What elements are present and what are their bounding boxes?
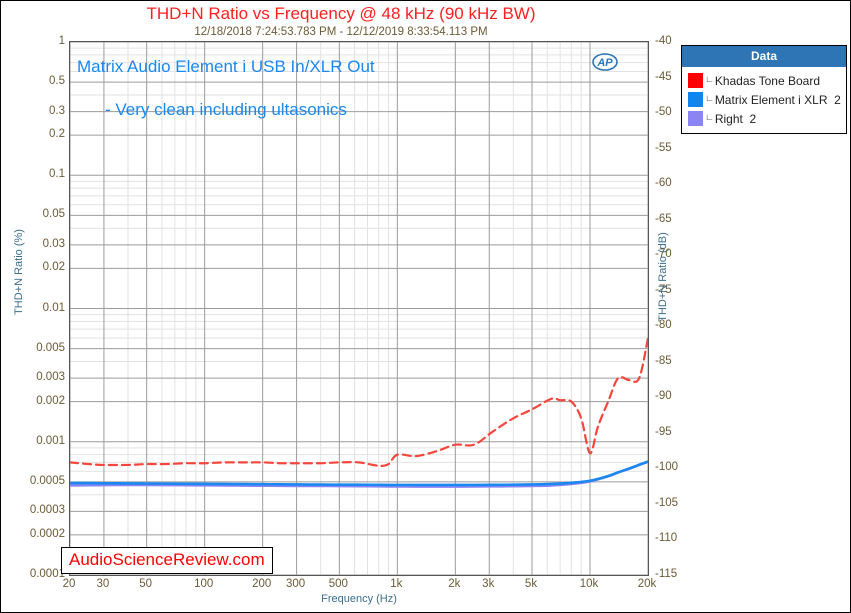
y-tick-label-db: -80 <box>655 319 672 332</box>
y-tick-label: 0.002 <box>36 394 65 407</box>
x-tick-label: 200 <box>252 578 272 590</box>
y-tick-label-db: -70 <box>655 248 672 261</box>
y-tick-label: 0.0002 <box>29 527 65 540</box>
svg-text:AP: AP <box>596 57 613 69</box>
legend-color-swatch <box>688 92 703 107</box>
x-tick-label: 50 <box>139 578 153 590</box>
y-tick-label: 0.05 <box>42 208 65 221</box>
legend-color-swatch <box>688 111 703 126</box>
legend-item-label: Right 2 <box>714 111 757 126</box>
legend-corner-icon: ∟ <box>705 112 714 122</box>
legend-item[interactable]: ∟ Matrix Element i XLR 2 <box>682 90 846 109</box>
y-tick-label-db: -115 <box>655 568 678 580</box>
y-tick-label: 0.03 <box>42 237 65 250</box>
y-tick-label-db: -110 <box>655 532 678 545</box>
y-tick-label: 0.0001 <box>29 568 65 580</box>
y-tick-label: 0.001 <box>36 434 65 447</box>
y-tick-label: 0.0003 <box>29 504 65 517</box>
x-tick-label: 2k <box>448 578 461 590</box>
y-tick-label: 0.02 <box>42 261 65 274</box>
legend-item[interactable]: ∟ Right 2 <box>682 109 846 128</box>
y-tick-label: 0.0005 <box>29 474 65 487</box>
y-tick-label-db: -105 <box>655 496 679 509</box>
y-tick-label-db: -55 <box>655 141 672 154</box>
y-tick-label-db: -90 <box>655 390 672 403</box>
legend-color-swatch <box>688 73 703 88</box>
x-tick-label: 20 <box>62 578 76 590</box>
legend-item-label: Khadas Tone Board <box>714 73 821 88</box>
y-tick-label-db: -75 <box>655 283 672 296</box>
x-tick-label: 500 <box>328 578 348 590</box>
x-tick-label: 20k <box>637 578 657 590</box>
y-tick-label: 0.3 <box>49 104 65 117</box>
y-tick-label-db: -50 <box>655 106 672 119</box>
legend-item-label: Matrix Element i XLR 2 <box>714 92 841 107</box>
x-tick-label: 30 <box>96 578 110 590</box>
legend-corner-icon: ∟ <box>705 74 714 84</box>
legend-items: ∟ Khadas Tone Board ∟ Matrix Element i XLR … <box>682 67 846 133</box>
annotation-device-name: Matrix Audio Element i USB In/XLR Out <box>77 57 375 76</box>
y-tick-label-db: -40 <box>655 35 672 47</box>
legend-corner-icon: ∟ <box>705 93 714 103</box>
y-tick-label-db: -100 <box>655 461 679 474</box>
x-tick-label: 5k <box>524 578 538 590</box>
x-tick-label: 10k <box>579 578 599 590</box>
y-axis-left-ticks: 1 0.5 0.3 0.2 0.1 0.05 0.03 0.02 0.01 0.005 0.003 0… <box>1 35 65 580</box>
y-tick-label: 0.2 <box>49 128 65 141</box>
y-tick-label-db: -85 <box>655 354 672 367</box>
y-tick-label: 0.5 <box>49 75 65 88</box>
x-tick-label: 3k <box>482 578 495 590</box>
x-axis-ticks: 20 30 50 100 200 300 500 1k 2k 3k 5k 10k 20k <box>63 578 657 594</box>
y-tick-label-db: -45 <box>655 70 672 83</box>
chart-window: THD+N Ratio vs Frequency @ 48 kHz (90 kH… <box>0 0 851 613</box>
audio-precision-logo-icon: AP <box>591 51 621 73</box>
y-tick-label: 0.1 <box>49 168 65 181</box>
legend-header: Data <box>682 46 846 67</box>
annotation-comment: - Very clean including ultasonics <box>105 100 347 119</box>
plot-canvas <box>70 42 648 575</box>
chart-subtitle: 12/18/2018 7:24:53.783 PM - 12/12/2019 8… <box>194 26 488 38</box>
legend-panel: Data ∟ Khadas Tone Board ∟ Matrix Element i… <box>681 45 847 134</box>
watermark: AudioScienceReview.com <box>61 547 273 574</box>
y-tick-label-db: -60 <box>655 177 672 190</box>
y-tick-label-db: -95 <box>655 425 672 438</box>
legend-item[interactable]: ∟ Khadas Tone Board <box>682 71 846 90</box>
x-tick-label: 1k <box>390 578 403 590</box>
x-axis-title: Frequency (Hz) <box>321 593 397 605</box>
plot-area <box>69 41 649 576</box>
x-tick-label: 300 <box>285 578 306 590</box>
x-tick-label: 100 <box>194 578 214 590</box>
chart-title: THD+N Ratio vs Frequency @ 48 kHz (90 kH… <box>146 4 536 23</box>
y-tick-label: 0.005 <box>36 341 65 354</box>
y-tick-label: 0.01 <box>42 301 65 314</box>
y-tick-label: 0.003 <box>36 371 65 384</box>
y-tick-label: 1 <box>58 35 65 47</box>
y-tick-label-db: -65 <box>655 212 672 225</box>
